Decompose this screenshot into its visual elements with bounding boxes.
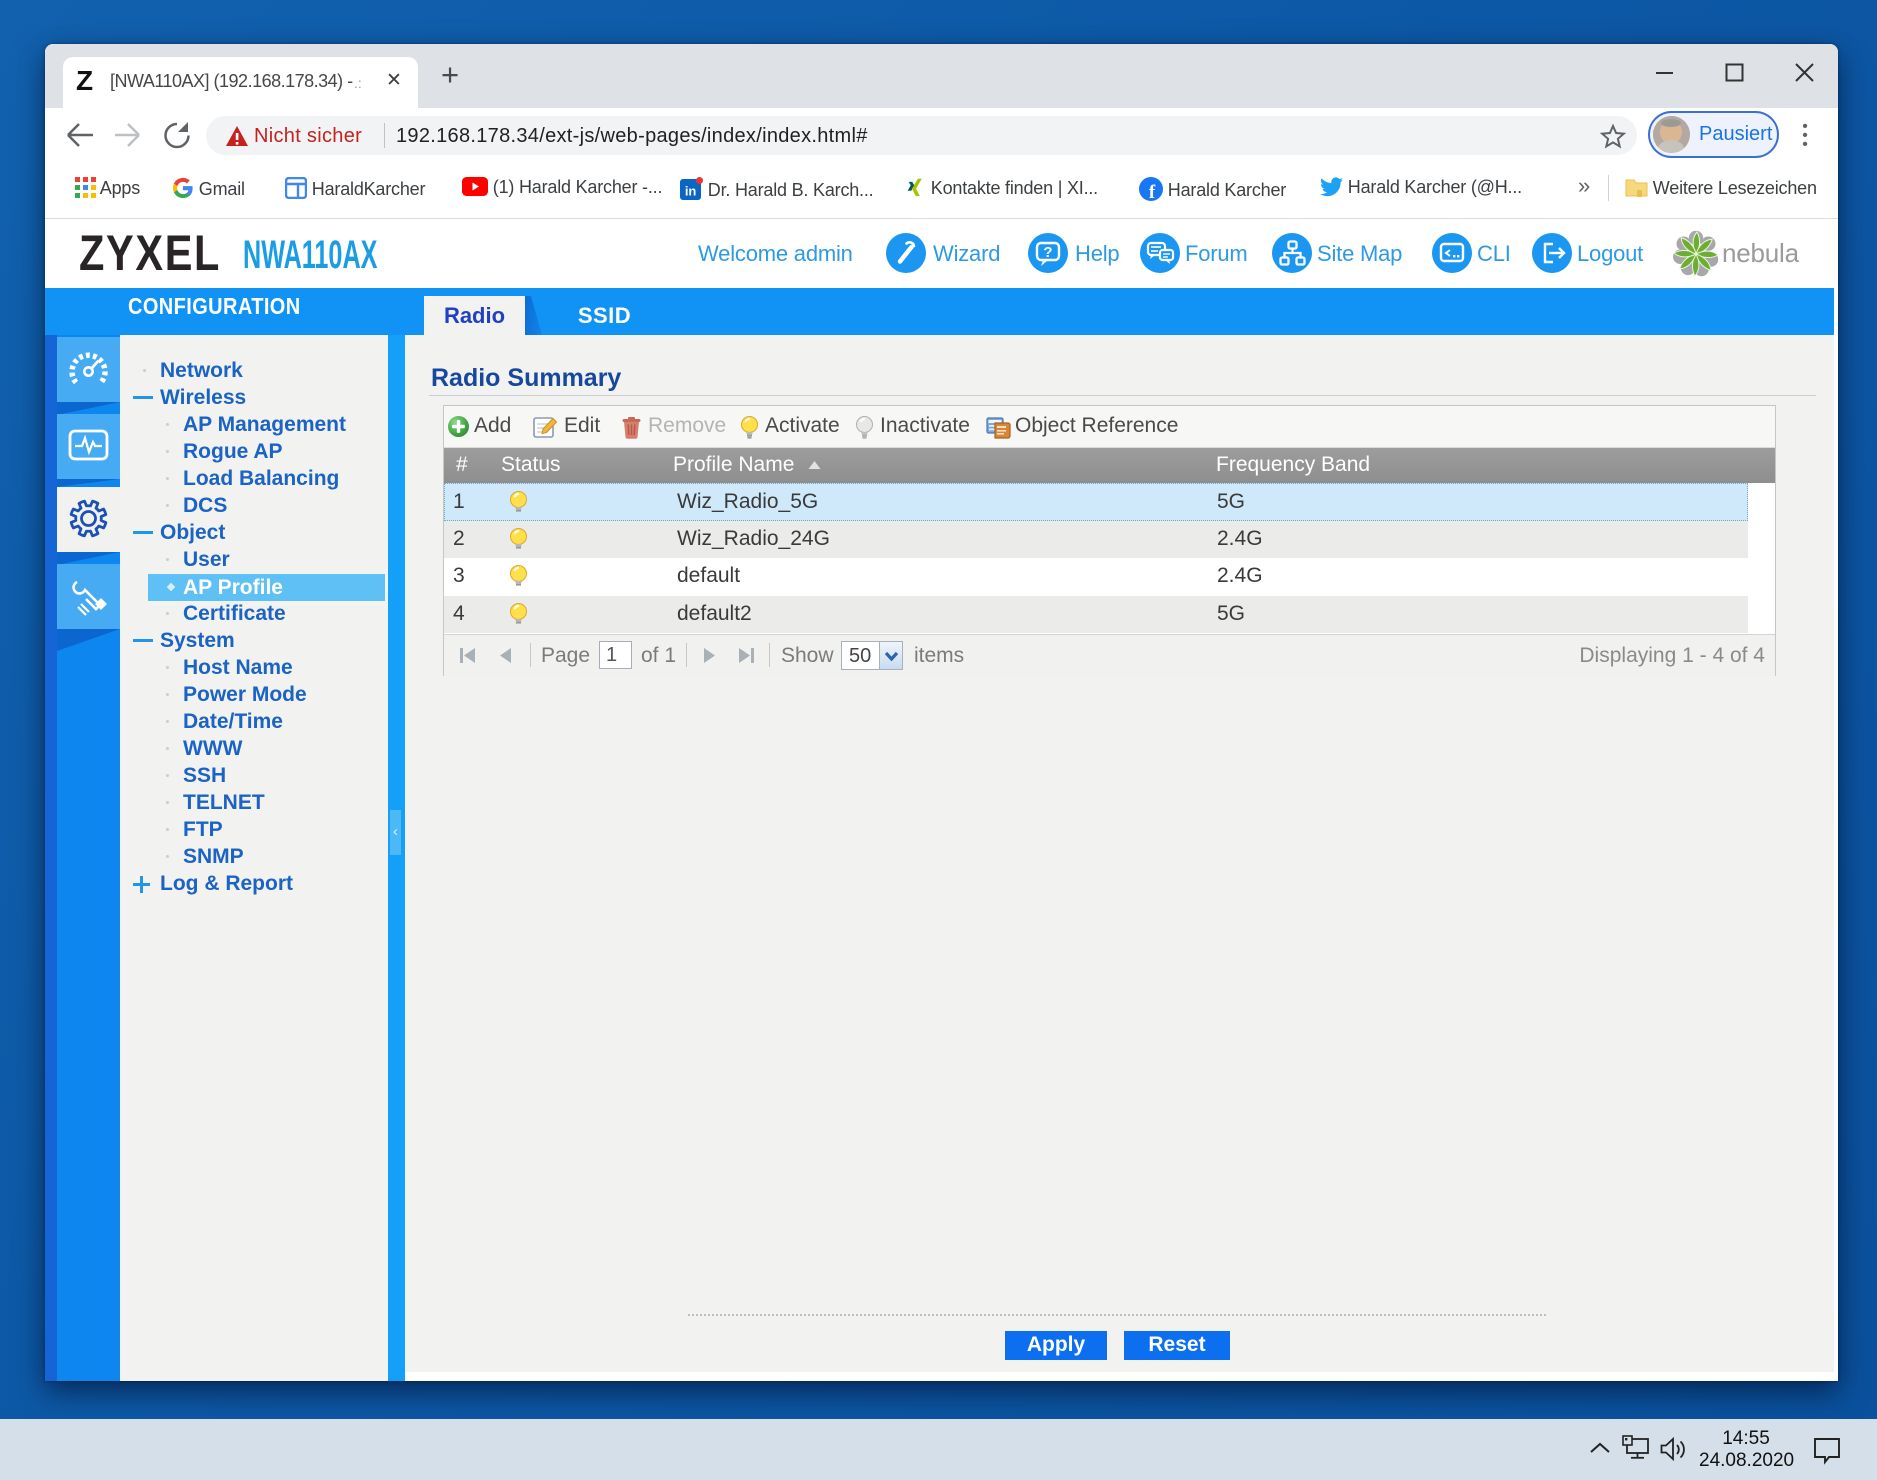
svg-text:in: in bbox=[685, 184, 696, 199]
svg-text:?: ? bbox=[1043, 244, 1052, 261]
svg-text:f: f bbox=[1149, 182, 1156, 201]
